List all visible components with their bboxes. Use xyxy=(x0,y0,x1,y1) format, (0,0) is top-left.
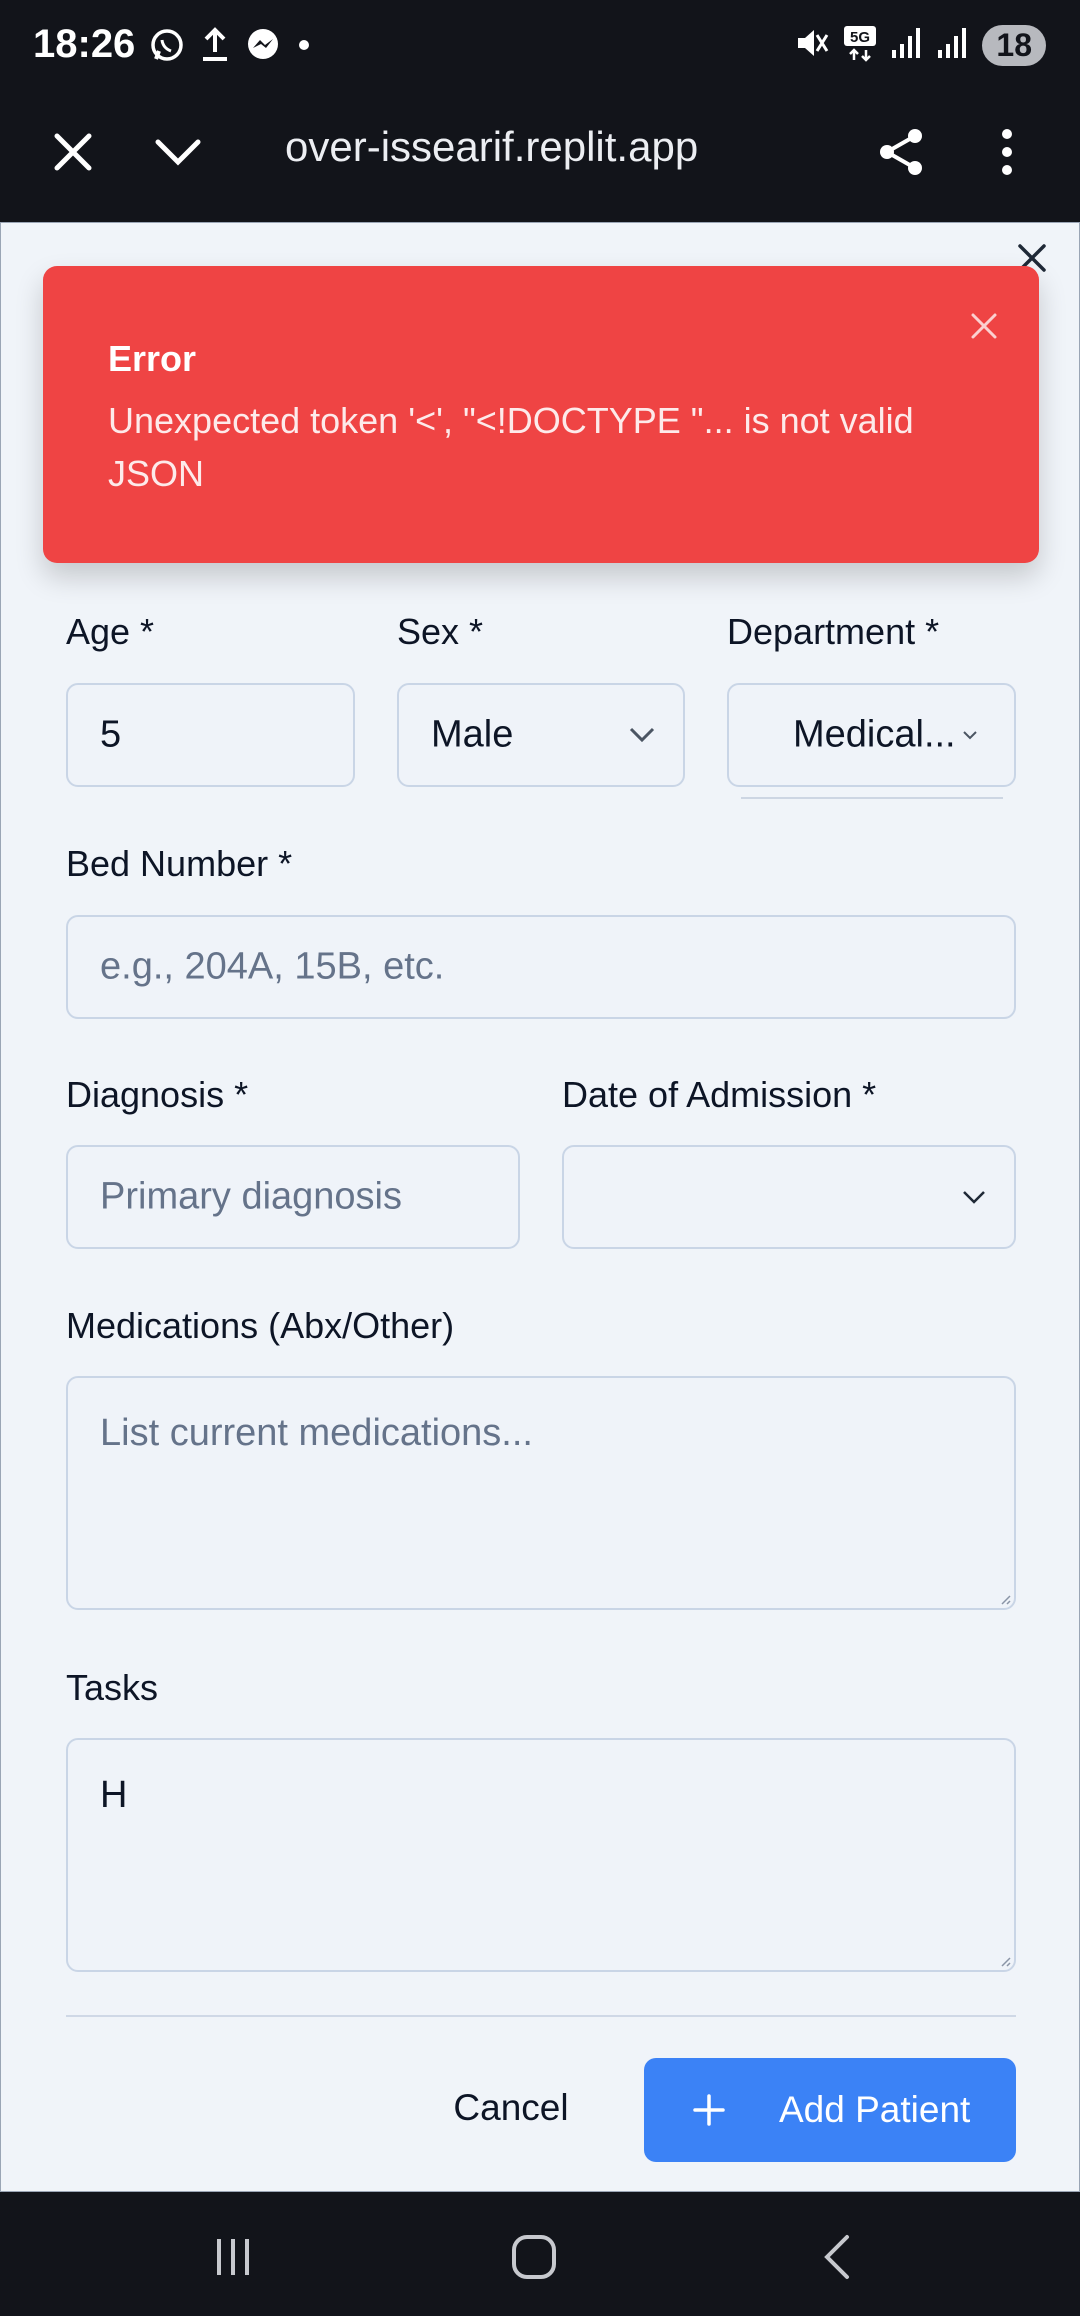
tasks-textarea[interactable]: H xyxy=(66,1738,1016,1972)
whatsapp-icon xyxy=(148,26,186,69)
add-patient-label: Add Patient xyxy=(779,2089,971,2130)
diagnosis-input[interactable]: Primary diagnosis xyxy=(66,1145,520,1249)
add-patient-dialog: Error Unexpected token '<', "<!DOCTYPE "… xyxy=(0,222,1080,2192)
signal-icon xyxy=(890,26,924,65)
5g-icon: 5G xyxy=(842,24,878,67)
date-of-admission-label: Date of Admission * xyxy=(562,1074,877,1115)
battery-indicator: 18 xyxy=(982,25,1046,66)
toast-title: Error xyxy=(108,338,197,379)
department-value: Medical... xyxy=(793,713,956,756)
url-text[interactable]: over-issearif.replit.app xyxy=(285,123,698,171)
chevron-down-icon xyxy=(629,727,655,743)
cancel-button[interactable]: Cancel xyxy=(421,2058,601,2158)
recent-apps-icon xyxy=(217,2239,249,2275)
department-select[interactable]: Medical... xyxy=(727,683,1016,787)
error-toast: Error Unexpected token '<', "<!DOCTYPE "… xyxy=(43,266,1039,563)
medications-placeholder: List current medications... xyxy=(100,1412,533,1454)
messenger-icon xyxy=(244,26,282,69)
back-button[interactable] xyxy=(797,2222,877,2292)
diagnosis-placeholder: Primary diagnosis xyxy=(100,1175,402,1218)
chevron-down-icon xyxy=(963,731,977,740)
status-time: 18:26 xyxy=(33,22,136,66)
share-icon xyxy=(880,129,922,175)
more-options-button[interactable] xyxy=(972,117,1042,187)
bed-number-label: Bed Number * xyxy=(66,843,293,884)
minimize-button[interactable] xyxy=(143,117,213,187)
tasks-value: H xyxy=(100,1774,128,1816)
department-label: Department * xyxy=(727,611,940,652)
department-underline xyxy=(741,797,1003,799)
browser-toolbar: over-issearif.replit.app xyxy=(0,95,1080,222)
svg-text:5G: 5G xyxy=(850,29,870,46)
resize-handle-icon[interactable] xyxy=(998,1954,1012,1968)
close-tab-button[interactable] xyxy=(38,117,108,187)
toast-message: Unexpected token '<', "<!DOCTYPE "... is… xyxy=(108,400,914,494)
plus-icon xyxy=(689,2090,729,2130)
signal-icon xyxy=(936,26,970,65)
recent-apps-button[interactable] xyxy=(193,2222,273,2292)
bed-number-input[interactable]: e.g., 204A, 15B, etc. xyxy=(66,915,1016,1019)
age-value: 5 xyxy=(100,713,122,756)
resize-handle-icon[interactable] xyxy=(998,1592,1012,1606)
dot-icon xyxy=(296,37,312,58)
more-vertical-icon xyxy=(1002,129,1012,175)
home-button[interactable] xyxy=(494,2222,574,2292)
status-bar: 18:26 5G 18 xyxy=(0,0,1080,95)
mute-icon xyxy=(794,25,830,66)
close-icon xyxy=(971,313,997,339)
sex-label: Sex * xyxy=(397,611,484,652)
footer-divider xyxy=(66,2015,1016,2017)
page-content: Error Unexpected token '<', "<!DOCTYPE "… xyxy=(0,222,1080,2192)
system-icons: 5G 18 xyxy=(794,24,1046,67)
upload-icon xyxy=(200,26,230,69)
toast-close-button[interactable] xyxy=(959,301,1009,351)
bed-number-placeholder: e.g., 204A, 15B, etc. xyxy=(100,945,445,988)
age-input[interactable]: 5 xyxy=(66,683,355,787)
medications-textarea[interactable]: List current medications... xyxy=(66,1376,1016,1610)
close-icon xyxy=(54,133,92,171)
chevron-down-icon xyxy=(155,139,201,166)
share-button[interactable] xyxy=(866,117,936,187)
back-icon xyxy=(824,2235,849,2279)
chevron-down-icon xyxy=(963,1191,985,1204)
date-of-admission-select[interactable] xyxy=(562,1145,1016,1249)
tasks-label: Tasks xyxy=(66,1667,159,1708)
sex-select[interactable]: Male xyxy=(397,683,685,787)
medications-label: Medications (Abx/Other) xyxy=(66,1305,455,1346)
sex-value: Male xyxy=(431,713,514,756)
age-label: Age * xyxy=(66,611,155,652)
notification-icons xyxy=(148,26,312,69)
add-patient-button[interactable]: Add Patient xyxy=(644,2058,1016,2162)
diagnosis-label: Diagnosis * xyxy=(66,1074,249,1115)
system-nav-bar xyxy=(0,2192,1080,2316)
home-icon xyxy=(512,2235,556,2279)
